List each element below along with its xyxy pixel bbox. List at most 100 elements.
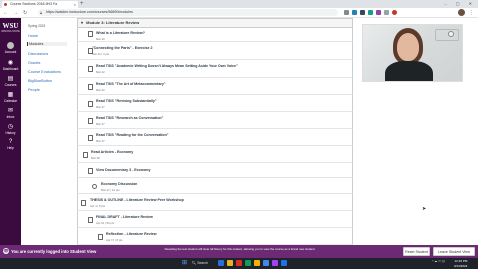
page-icon bbox=[98, 234, 103, 240]
module-item-meta: Mar 27 bbox=[96, 105, 105, 109]
app-icon[interactable] bbox=[254, 260, 260, 266]
student-view-note: Resetting the test student will clear al… bbox=[164, 247, 316, 251]
page-icon bbox=[88, 31, 93, 37]
courses-icon: ▤ bbox=[7, 76, 14, 82]
extension-icon[interactable] bbox=[352, 10, 357, 15]
taskbar-clock[interactable]: 12:26 PM 3/14/2023 bbox=[454, 259, 467, 268]
module-item-title[interactable]: FINAL DRAFT - Literature Review bbox=[96, 215, 153, 219]
module-header[interactable]: ▾ Module 3: Literature Review bbox=[77, 18, 353, 28]
global-nav-courses[interactable]: ▤ Courses bbox=[0, 76, 21, 87]
module-item-meta: Mar 22 | 4 pts bbox=[92, 52, 110, 56]
global-nav-label: Dashboard bbox=[2, 67, 19, 71]
browser-tab[interactable]: Course Sections 2018-9H3 Fa × bbox=[2, 1, 78, 8]
extension-icon[interactable] bbox=[392, 10, 397, 15]
module-item-title[interactable]: Read Articles - Economy bbox=[91, 150, 133, 154]
extension-icon[interactable] bbox=[376, 10, 381, 15]
reload-button[interactable]: ↻ bbox=[23, 9, 27, 17]
edge-icon[interactable] bbox=[218, 260, 224, 266]
global-nav-calendar[interactable]: ▦ Calendar bbox=[0, 92, 21, 103]
extension-icon[interactable] bbox=[344, 10, 349, 15]
module-item-meta: Mar 22 bbox=[96, 70, 105, 74]
module-item[interactable]: Read TSIS "Reading for the Conversation"… bbox=[77, 129, 353, 146]
module-item[interactable]: Read TSIS "Academic Writing Doesn't Alwa… bbox=[77, 60, 353, 78]
page-icon bbox=[88, 101, 93, 107]
app-icon[interactable] bbox=[263, 260, 269, 266]
course-nav-home[interactable]: Home bbox=[28, 34, 38, 38]
module-item-meta: Mar 27 bbox=[96, 139, 105, 143]
module-item[interactable]: Read TSIS "The Art of Metacommentary" Ma… bbox=[77, 78, 353, 95]
windows-start-icon[interactable]: ⊞ bbox=[182, 260, 188, 266]
extension-icon[interactable] bbox=[360, 10, 365, 15]
module-item-title[interactable]: Read TSIS "Revising Substantially" bbox=[96, 99, 157, 103]
global-nav-inbox[interactable]: ✉ Inbox bbox=[0, 108, 21, 119]
extension-icon[interactable] bbox=[384, 10, 389, 15]
module-item-title[interactable]: View Documentary 3 - Economy bbox=[96, 168, 150, 172]
page-icon bbox=[88, 66, 93, 72]
forward-button[interactable]: → bbox=[13, 9, 18, 17]
module-item-meta: Mar 27 bbox=[96, 122, 105, 126]
module-item[interactable]: THESIS & OUTLINE - Literature Review Pee… bbox=[77, 194, 353, 211]
taskbar-apps bbox=[218, 260, 287, 266]
global-nav-dashboard[interactable]: ◉ Dashboard bbox=[0, 60, 21, 71]
module-item-title[interactable]: Read TSIS "Academic Writing Doesn't Alwa… bbox=[96, 64, 238, 68]
tab-close-icon[interactable]: × bbox=[74, 1, 76, 8]
file-explorer-icon[interactable] bbox=[227, 260, 233, 266]
global-nav-history[interactable]: ◷ History bbox=[0, 124, 21, 135]
app-icon[interactable] bbox=[272, 260, 278, 266]
leave-student-view-button[interactable]: Leave Student View bbox=[433, 247, 475, 256]
account-icon bbox=[7, 42, 14, 49]
global-nav-account[interactable]: Account bbox=[0, 42, 21, 54]
page-icon bbox=[88, 118, 93, 124]
module-item-title[interactable]: Read TSIS "The Art of Metacommentary" bbox=[96, 82, 166, 86]
course-nav-grades[interactable]: Grades bbox=[28, 61, 40, 65]
calendar-icon: ▦ bbox=[7, 92, 14, 98]
course-nav-bigbluebutton[interactable]: BigBlueButton bbox=[28, 79, 52, 83]
taskbar-search[interactable]: 🔍︎ Search bbox=[192, 260, 208, 267]
module-item[interactable]: Read TSIS "Research as Conversation" Mar… bbox=[77, 112, 353, 129]
module-item[interactable]: "Connecting the Parts" - Exercise 2 Mar … bbox=[77, 42, 353, 60]
back-button[interactable]: ← bbox=[3, 9, 8, 17]
presenter-body bbox=[385, 61, 433, 81]
browser-menu-icon[interactable]: ⋮ bbox=[469, 9, 474, 17]
extension-icon[interactable] bbox=[368, 10, 373, 15]
chrome-icon[interactable] bbox=[236, 260, 242, 266]
module-item-meta: Mar 20 bbox=[96, 37, 105, 41]
page-icon bbox=[88, 168, 93, 174]
system-tray[interactable]: ^ ☁ ▭ ))) bbox=[432, 259, 445, 263]
module-item[interactable]: FINAL DRAFT - Literature Review Apr 10 |… bbox=[77, 211, 353, 228]
profile-avatar[interactable] bbox=[458, 9, 465, 16]
app-icon[interactable] bbox=[245, 260, 251, 266]
module-item[interactable]: Economy Discussion Mar 27 | 10 pts bbox=[77, 178, 353, 194]
inbox-icon: ✉ bbox=[7, 108, 14, 114]
module-item[interactable]: Read Articles - Economy Mar 28 bbox=[77, 146, 353, 163]
taskbar-search-label: Search bbox=[197, 261, 208, 265]
module-item-title[interactable]: Read TSIS "Reading for the Conversation" bbox=[96, 133, 169, 137]
module-item-title[interactable]: Reflection - Literature Review bbox=[106, 232, 157, 236]
module-item-title[interactable]: What is a Literature Review? bbox=[96, 31, 145, 35]
mouse-cursor-icon: ➤ bbox=[422, 206, 427, 212]
collapse-chevron-icon[interactable]: ▾ bbox=[81, 20, 83, 25]
module-item[interactable]: What is a Literature Review? Mar 20 bbox=[77, 28, 353, 42]
reset-student-button[interactable]: Reset Student bbox=[403, 247, 430, 256]
module-item[interactable]: Read TSIS "Revising Substantially" Mar 2… bbox=[77, 95, 353, 112]
course-nav-people[interactable]: People bbox=[28, 88, 40, 92]
address-bar[interactable]: 🔒︎ https://walden.instructure.com/course… bbox=[38, 9, 338, 16]
taskbar: ⊞ 🔍︎ Search ^ ☁ ▭ ))) 12:26 PM 3/14/2023 bbox=[0, 258, 478, 269]
module-item-title[interactable]: "Connecting the Parts" - Exercise 2 bbox=[92, 46, 153, 50]
module-title: Module 3: Literature Review bbox=[86, 20, 140, 25]
new-tab-button[interactable]: + bbox=[80, 0, 84, 8]
logo[interactable]: WSU bbox=[0, 22, 21, 30]
global-nav-label: Inbox bbox=[6, 115, 15, 119]
page-icon bbox=[88, 84, 93, 90]
module-item-title[interactable]: Read TSIS "Research as Conversation" bbox=[96, 116, 163, 120]
module-item[interactable]: View Documentary 3 - Economy bbox=[77, 163, 353, 178]
course-nav-course-evaluations[interactable]: Course Evaluations bbox=[28, 70, 61, 74]
module-item[interactable]: Reflection - Literature Review Apr 17 | … bbox=[77, 228, 353, 245]
global-nav-help[interactable]: ? Help bbox=[0, 139, 21, 150]
module-item-title[interactable]: THESIS & OUTLINE - Literature Review Pee… bbox=[90, 198, 184, 202]
course-nav-discussions[interactable]: Discussions bbox=[28, 52, 48, 56]
course-nav-modules[interactable]: Modules bbox=[27, 42, 67, 46]
app-icon[interactable] bbox=[281, 260, 287, 266]
module-item-title[interactable]: Economy Discussion bbox=[101, 182, 137, 186]
window-controls[interactable]: – ▢ ✕ bbox=[444, 0, 476, 8]
